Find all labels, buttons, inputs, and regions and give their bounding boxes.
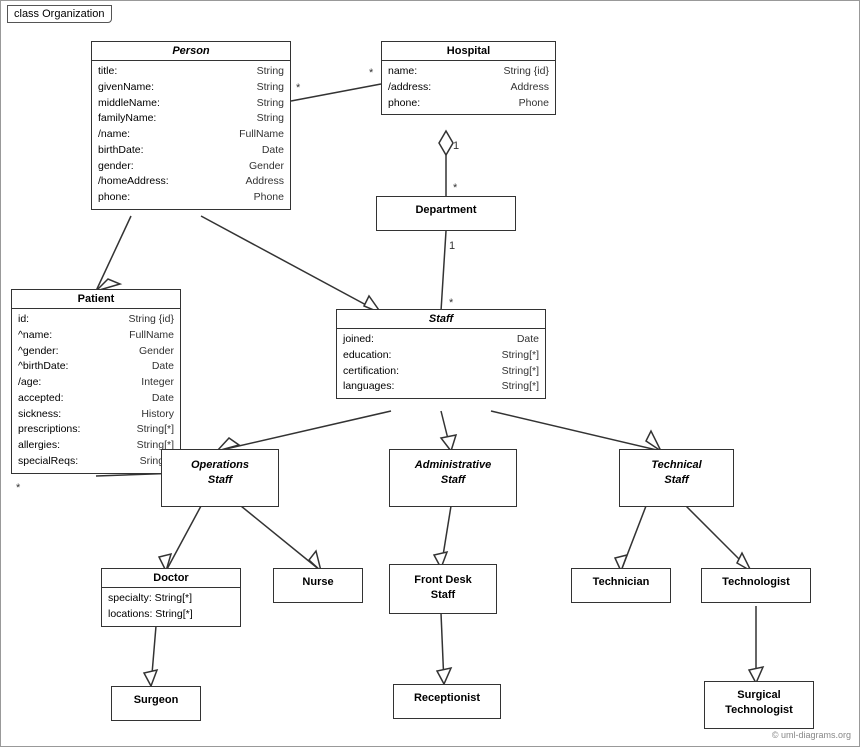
svg-text:1: 1 (449, 240, 455, 252)
patient-title: Patient (12, 290, 180, 309)
doctor-attrs: specialty: String[*] locations: String[*… (102, 588, 240, 626)
department-class: Department (376, 196, 516, 231)
svg-text:*: * (453, 182, 458, 194)
receptionist-title: Receptionist (394, 685, 500, 711)
hospital-title: Hospital (382, 42, 555, 61)
svg-text:1: 1 (453, 140, 459, 152)
department-title: Department (377, 197, 515, 223)
front-desk-staff-title: Front DeskStaff (390, 565, 496, 612)
doctor-class: Doctor specialty: String[*] locations: S… (101, 568, 241, 627)
receptionist-class: Receptionist (393, 684, 501, 719)
svg-text:*: * (449, 297, 454, 309)
operations-staff-title: OperationsStaff (162, 450, 278, 497)
doctor-title: Doctor (102, 569, 240, 588)
technician-title: Technician (572, 569, 670, 595)
nurse-title: Nurse (274, 569, 362, 595)
administrative-staff-title: AdministrativeStaff (390, 450, 516, 497)
technician-class: Technician (571, 568, 671, 603)
surgical-technologist-class: SurgicalTechnologist (704, 681, 814, 729)
administrative-staff-class: AdministrativeStaff (389, 449, 517, 507)
technical-staff-title: TechnicalStaff (620, 450, 733, 497)
technologist-class: Technologist (701, 568, 811, 603)
technologist-title: Technologist (702, 569, 810, 595)
surgical-technologist-title: SurgicalTechnologist (705, 682, 813, 725)
copyright: © uml-diagrams.org (772, 730, 851, 740)
patient-class: Patient id:String {id} ^name:FullName ^g… (11, 289, 181, 474)
svg-text:*: * (16, 482, 21, 494)
staff-class: Staff joined:Date education:String[*] ce… (336, 309, 546, 399)
svg-text:*: * (369, 67, 374, 79)
patient-attrs: id:String {id} ^name:FullName ^gender:Ge… (12, 309, 180, 473)
diagram-title: class Organization (7, 5, 112, 23)
technical-staff-class: TechnicalStaff (619, 449, 734, 507)
svg-text:*: * (296, 82, 301, 94)
operations-staff-class: OperationsStaff (161, 449, 279, 507)
staff-attrs: joined:Date education:String[*] certific… (337, 329, 545, 398)
hospital-class: Hospital name:String {id} /address:Addre… (381, 41, 556, 115)
nurse-class: Nurse (273, 568, 363, 603)
person-title: Person (92, 42, 290, 61)
front-desk-staff-class: Front DeskStaff (389, 564, 497, 614)
diagram-container: class Organization * * 1 * 1 * * * (0, 0, 860, 747)
surgeon-class: Surgeon (111, 686, 201, 721)
surgeon-title: Surgeon (112, 687, 200, 713)
person-attrs: title:String givenName:String middleName… (92, 61, 290, 209)
hospital-attrs: name:String {id} /address:Address phone:… (382, 61, 555, 114)
staff-title: Staff (337, 310, 545, 329)
person-class: Person title:String givenName:String mid… (91, 41, 291, 210)
